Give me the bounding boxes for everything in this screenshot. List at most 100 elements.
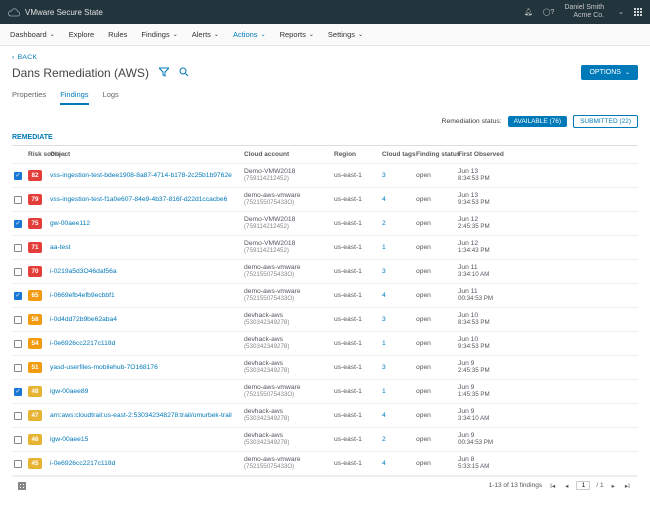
cloud-account: devhack-aws(530342349278) — [244, 336, 334, 350]
search-icon[interactable] — [179, 67, 189, 79]
nav-rules[interactable]: Rules — [108, 30, 127, 39]
row-checkbox[interactable] — [14, 292, 22, 300]
row-checkbox[interactable] — [14, 364, 22, 372]
col-status[interactable]: Finding status — [416, 151, 458, 158]
nav-actions[interactable]: Actions ⌄ — [233, 30, 266, 39]
col-tags[interactable]: Cloud tags — [382, 151, 416, 158]
cloud-tags-link[interactable]: 1 — [382, 340, 416, 347]
chevron-down-icon[interactable]: ⌄ — [618, 8, 624, 16]
next-page[interactable]: ▸ — [610, 482, 617, 490]
available-pill[interactable]: AVAILABLE (76) — [508, 116, 567, 127]
object-link[interactable]: i-0669efb4efb9ecbbf1 — [50, 292, 244, 299]
object-link[interactable]: aa-test — [50, 244, 244, 251]
col-observed[interactable]: First Observed — [458, 151, 508, 158]
nav-findings[interactable]: Findings ⌄ — [141, 30, 177, 39]
row-checkbox[interactable] — [14, 244, 22, 252]
row-checkbox[interactable] — [14, 196, 22, 204]
remediate-action[interactable]: REMEDIATE — [12, 134, 638, 141]
col-object[interactable]: Object — [50, 151, 244, 158]
filter-icon[interactable] — [159, 67, 169, 79]
nav-settings[interactable]: Settings ⌄ — [328, 30, 363, 39]
remediation-status-label: Remediation status: — [442, 118, 502, 125]
table-row: 47arn:aws:cloudtrail:us-east-2:530342348… — [12, 404, 638, 428]
region: us-east-1 — [334, 316, 382, 323]
row-checkbox[interactable] — [14, 268, 22, 276]
submitted-pill[interactable]: SUBMITTED (22) — [573, 115, 638, 128]
cloud-tags-link[interactable]: 3 — [382, 364, 416, 371]
tab-findings[interactable]: Findings — [60, 90, 88, 105]
row-checkbox[interactable] — [14, 340, 22, 348]
table-row: 51yasd-userfiles-mobilehub-7O168176devha… — [12, 356, 638, 380]
col-region[interactable]: Region — [334, 151, 382, 158]
tab-logs[interactable]: Logs — [103, 90, 119, 105]
risk-badge: 46 — [28, 434, 42, 445]
first-observed: Jun 93:34:10 AM — [458, 408, 508, 422]
back-link[interactable]: ‹BACK — [12, 54, 638, 61]
cloud-tags-link[interactable]: 2 — [382, 436, 416, 443]
table-row: 58i-0d4dd72b9be62aba4devhack-aws(5303423… — [12, 308, 638, 332]
cloud-account: Demo-VMW2018(759114212452) — [244, 216, 334, 230]
table-row: 45i-0e6926cc2217c118ddemo-aws-vmware(752… — [12, 452, 638, 476]
page-input[interactable] — [576, 481, 590, 490]
object-link[interactable]: yasd-userfiles-mobilehub-7O168176 — [50, 364, 244, 371]
cloud-tags-link[interactable]: 1 — [382, 244, 416, 251]
nav-reports[interactable]: Reports ⌄ — [280, 30, 314, 39]
first-page[interactable]: I◂ — [548, 482, 557, 490]
object-link[interactable]: i-0219a5d3O46daf56a — [50, 268, 244, 275]
row-checkbox[interactable] — [14, 436, 22, 444]
region: us-east-1 — [334, 172, 382, 179]
cloud-tags-link[interactable]: 3 — [382, 268, 416, 275]
prev-page[interactable]: ◂ — [563, 482, 570, 490]
region: us-east-1 — [334, 436, 382, 443]
last-page[interactable]: ▸I — [623, 482, 632, 490]
cloud-tags-link[interactable]: 4 — [382, 460, 416, 467]
first-observed: Jun 900:34:53 PM — [458, 432, 508, 446]
nav-dashboard[interactable]: Dashboard ⌄ — [10, 30, 55, 39]
nav-explore[interactable]: Explore — [69, 30, 94, 39]
finding-status: open — [416, 388, 458, 395]
cloud-tags-link[interactable]: 4 — [382, 412, 416, 419]
object-link[interactable]: igw-00aee15 — [50, 436, 244, 443]
columns-icon[interactable] — [18, 482, 26, 490]
region: us-east-1 — [334, 460, 382, 467]
row-checkbox[interactable] — [14, 460, 22, 468]
risk-badge: 75 — [28, 218, 42, 229]
risk-badge: 48 — [28, 386, 42, 397]
cloud-tags-link[interactable]: 3 — [382, 316, 416, 323]
bell-icon[interactable]: 🔔︎ — [524, 8, 533, 16]
object-link[interactable]: i-0d4dd72b9be62aba4 — [50, 316, 244, 323]
first-observed: Jun 109:34:53 PM — [458, 336, 508, 350]
cloud-tags-link[interactable]: 4 — [382, 196, 416, 203]
row-checkbox[interactable] — [14, 388, 22, 396]
cloud-tags-link[interactable]: 3 — [382, 172, 416, 179]
first-observed: Jun 138:34:53 PM — [458, 168, 508, 182]
col-risk[interactable]: Risk score ↓ — [28, 151, 50, 158]
object-link[interactable]: gw-00aee112 — [50, 220, 244, 227]
help-icon[interactable]: ◯? — [543, 8, 555, 16]
risk-badge: 54 — [28, 338, 42, 349]
col-account[interactable]: Cloud account — [244, 151, 334, 158]
tab-properties[interactable]: Properties — [12, 90, 46, 105]
table-row: 46igw-00aee15devhack-aws(530342349278)us… — [12, 428, 638, 452]
row-checkbox[interactable] — [14, 172, 22, 180]
object-link[interactable]: i-0e6926cc2217c118d — [50, 340, 244, 347]
options-button[interactable]: OPTIONS⌄ — [581, 65, 638, 80]
object-link[interactable]: vss-ingestion-test-bdee1908-8a87-4714-b1… — [50, 172, 244, 179]
row-checkbox[interactable] — [14, 316, 22, 324]
apps-icon[interactable] — [634, 8, 642, 16]
nav-alerts[interactable]: Alerts ⌄ — [192, 30, 219, 39]
object-link[interactable]: arn:aws:cloudtrail:us-east-2:53034234827… — [50, 412, 244, 419]
first-observed: Jun 139:34:53 PM — [458, 192, 508, 206]
risk-badge: 51 — [28, 362, 42, 373]
row-checkbox[interactable] — [14, 220, 22, 228]
region: us-east-1 — [334, 268, 382, 275]
object-link[interactable]: vss-ingestion-test-f1a0e607-84e9-4b37-81… — [50, 196, 244, 203]
risk-badge: 58 — [28, 314, 42, 325]
object-link[interactable]: i-0e6926cc2217c118d — [50, 460, 244, 467]
cloud-tags-link[interactable]: 4 — [382, 292, 416, 299]
cloud-tags-link[interactable]: 1 — [382, 388, 416, 395]
cloud-tags-link[interactable]: 2 — [382, 220, 416, 227]
object-link[interactable]: igw-00aee89 — [50, 388, 244, 395]
user-menu[interactable]: Daniel Smith Acme Co. — [564, 4, 604, 19]
row-checkbox[interactable] — [14, 412, 22, 420]
